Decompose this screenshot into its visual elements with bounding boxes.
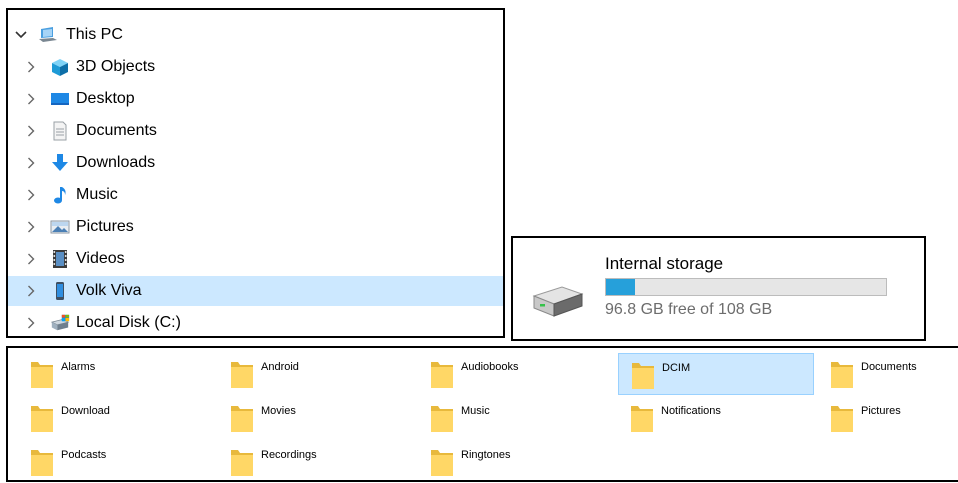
folder-label: Ringtones — [461, 449, 511, 461]
folder-item-android[interactable]: Android — [218, 353, 414, 395]
tree-item-volk-viva[interactable]: Volk Viva — [8, 276, 503, 306]
tree-item-label: Pictures — [76, 218, 134, 235]
tree-item-label: This PC — [66, 26, 123, 43]
folder-item-recordings[interactable]: Recordings — [218, 441, 414, 483]
folder-item-ringtones[interactable]: Ringtones — [418, 441, 614, 483]
folder-item-pictures[interactable]: Pictures — [818, 397, 958, 439]
folder-item-music[interactable]: Music — [418, 397, 614, 439]
folder-grid: Alarms Android Audiobooks DCIM Documents Down… — [6, 346, 958, 482]
tree-item-label: Volk Viva — [76, 282, 142, 299]
folder-icon — [230, 447, 254, 477]
folder-label: Recordings — [261, 449, 317, 461]
tree-item-3d-objects[interactable]: 3D Objects — [8, 52, 503, 82]
chevron-right-icon[interactable] — [24, 124, 38, 138]
folder-icon — [830, 359, 854, 389]
folder-icon — [30, 359, 54, 389]
folder-icon — [631, 360, 655, 390]
phone-icon — [50, 281, 70, 301]
drive-icon — [532, 286, 584, 317]
storage-usage-bar — [605, 278, 887, 296]
tree-item-documents[interactable]: Documents — [8, 116, 503, 146]
folder-item-documents[interactable]: Documents — [818, 353, 958, 395]
tree-item-music[interactable]: Music — [8, 180, 503, 210]
desktop-icon — [50, 89, 70, 109]
folder-item-audiobooks[interactable]: Audiobooks — [418, 353, 614, 395]
chevron-right-icon[interactable] — [24, 188, 38, 202]
tree-item-label: Documents — [76, 122, 157, 139]
pictures-icon — [50, 217, 70, 237]
chevron-right-icon[interactable] — [24, 220, 38, 234]
folder-label: Download — [61, 405, 110, 417]
chevron-right-icon[interactable] — [24, 316, 38, 330]
chevron-right-icon[interactable] — [24, 284, 38, 298]
chevron-right-icon[interactable] — [24, 156, 38, 170]
tree-item-videos[interactable]: Videos — [8, 244, 503, 274]
folder-item-notifications[interactable]: Notifications — [618, 397, 814, 439]
storage-info-panel: Internal storage 96.8 GB free of 108 GB — [511, 236, 926, 341]
tree-item-desktop[interactable]: Desktop — [8, 84, 503, 114]
folder-icon — [30, 447, 54, 477]
folder-icon — [30, 403, 54, 433]
folder-icon — [230, 403, 254, 433]
storage-title: Internal storage — [605, 254, 724, 273]
storage-free-text: 96.8 GB free of 108 GB — [605, 301, 773, 318]
tree-item-pictures[interactable]: Pictures — [8, 212, 503, 242]
music-icon — [50, 185, 70, 205]
folder-item-podcasts[interactable]: Podcasts — [18, 441, 214, 483]
folder-item-alarms[interactable]: Alarms — [18, 353, 214, 395]
computer-icon — [38, 25, 58, 45]
folder-label: Android — [261, 361, 299, 373]
folder-label: Audiobooks — [461, 361, 519, 373]
folder-label: Notifications — [661, 405, 721, 417]
chevron-right-icon[interactable] — [24, 92, 38, 106]
folder-icon — [430, 403, 454, 433]
folder-icon — [230, 359, 254, 389]
folder-icon — [830, 403, 854, 433]
chevron-right-icon[interactable] — [24, 60, 38, 74]
tree-item-label: 3D Objects — [76, 58, 156, 75]
folder-label: Music — [461, 405, 490, 417]
folder-label: Documents — [861, 361, 917, 373]
chevron-down-icon[interactable] — [14, 28, 28, 42]
folder-icon — [430, 447, 454, 477]
folder-item-dcim[interactable]: DCIM — [618, 353, 814, 395]
tree-item-label: Downloads — [76, 154, 156, 171]
folder-icon — [630, 403, 654, 433]
downloads-icon — [50, 153, 70, 173]
folder-label: Alarms — [61, 361, 96, 373]
tree-item-label: Local Disk (C:) — [76, 314, 181, 331]
folder-label: Podcasts — [61, 449, 107, 461]
tree-item-label: Desktop — [76, 90, 135, 107]
folder-label: DCIM — [662, 362, 691, 374]
folder-icon — [430, 359, 454, 389]
storage-usage-fill — [606, 279, 636, 295]
documents-icon — [50, 121, 70, 141]
tree-item-downloads[interactable]: Downloads — [8, 148, 503, 178]
navigation-tree: This PC 3D Objects Desktop Documents Downlo… — [6, 8, 505, 338]
folder-label: Movies — [261, 405, 296, 417]
tree-item-this-pc[interactable]: This PC — [8, 20, 503, 50]
folder-item-download[interactable]: Download — [18, 397, 214, 439]
chevron-right-icon[interactable] — [24, 252, 38, 266]
local-disk-icon — [50, 313, 70, 333]
3d-objects-icon — [50, 57, 70, 77]
folder-item-movies[interactable]: Movies — [218, 397, 414, 439]
tree-item-label: Music — [76, 186, 118, 203]
tree-item-local-disk-c[interactable]: Local Disk (C:) — [8, 308, 503, 338]
videos-icon — [50, 249, 70, 269]
tree-item-label: Videos — [76, 250, 125, 267]
folder-label: Pictures — [861, 405, 901, 417]
